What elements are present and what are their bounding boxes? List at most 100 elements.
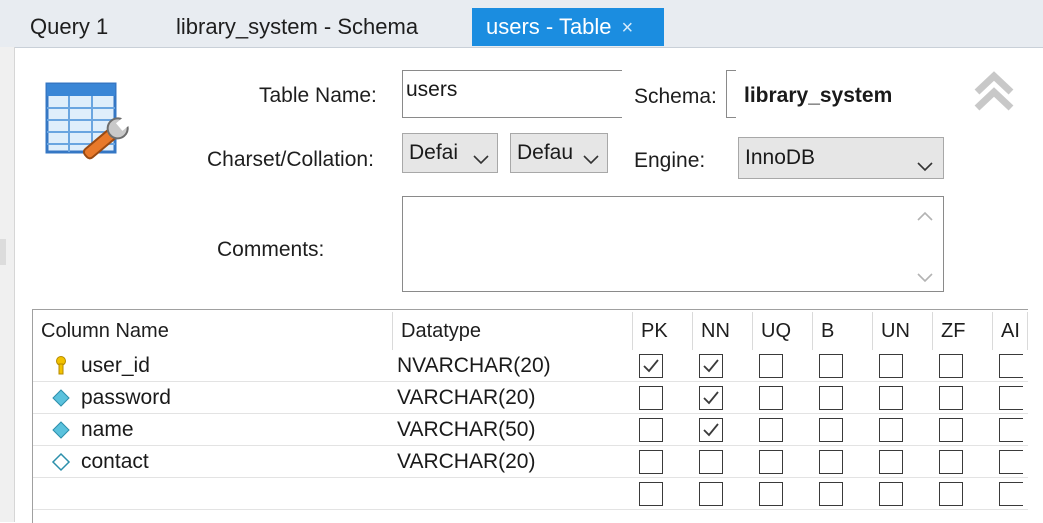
b-checkbox[interactable] [819, 418, 843, 442]
pk-checkbox[interactable] [639, 386, 663, 410]
engine-label: Engine: [634, 149, 706, 172]
scroll-up-icon[interactable] [917, 208, 933, 226]
b-checkbox[interactable] [819, 482, 843, 506]
collapse-icon[interactable] [973, 70, 1015, 114]
table-row[interactable]: name VARCHAR(50) [33, 414, 1028, 446]
engine-value: InnoDB [745, 146, 816, 169]
b-checkbox[interactable] [819, 450, 843, 474]
nn-checkbox[interactable] [699, 386, 723, 410]
header-column-name[interactable]: Column Name [33, 312, 393, 350]
column-filled-diamond-icon [51, 388, 71, 408]
charset-value: Defai [409, 141, 459, 164]
collation-select[interactable]: Defau [510, 133, 608, 173]
datatype-cell[interactable]: NVARCHAR(20) [397, 350, 551, 382]
uq-checkbox[interactable] [759, 450, 783, 474]
table-editor-icon [45, 82, 135, 172]
b-checkbox[interactable] [819, 386, 843, 410]
table-row[interactable]: user_id NVARCHAR(20) [33, 350, 1028, 382]
zf-checkbox[interactable] [939, 482, 963, 506]
table-name-input[interactable]: users [402, 70, 622, 118]
column-name-cell[interactable]: name [81, 414, 134, 446]
columns-grid: Column Name Datatype PK NN UQ B UN ZF AI… [32, 309, 1028, 523]
tab-label: users - Table [486, 14, 612, 39]
zf-checkbox[interactable] [939, 386, 963, 410]
column-hollow-diamond-icon [51, 452, 71, 472]
header-un[interactable]: UN [873, 312, 933, 350]
column-name-cell[interactable]: user_id [81, 350, 150, 382]
header-datatype[interactable]: Datatype [393, 312, 633, 350]
ai-checkbox[interactable] [999, 386, 1023, 410]
nn-checkbox[interactable] [699, 450, 723, 474]
table-row[interactable]: password VARCHAR(20) [33, 382, 1028, 414]
ai-checkbox[interactable] [999, 354, 1023, 378]
tab-query-1[interactable]: Query 1 [16, 8, 122, 46]
chevron-down-icon [583, 140, 599, 172]
collation-value: Defau [517, 141, 574, 164]
chevron-down-icon [917, 146, 933, 178]
b-checkbox[interactable] [819, 354, 843, 378]
zf-checkbox[interactable] [939, 418, 963, 442]
table-row-new[interactable] [33, 478, 1028, 510]
uq-checkbox[interactable] [759, 482, 783, 506]
un-checkbox[interactable] [879, 450, 903, 474]
zf-checkbox[interactable] [939, 354, 963, 378]
engine-select[interactable]: InnoDB [738, 137, 944, 179]
left-panel-edge [0, 47, 15, 522]
comments-scrollbar[interactable] [908, 198, 942, 290]
key-icon [51, 356, 71, 376]
checkmark-icon [703, 423, 719, 437]
ai-checkbox[interactable] [999, 450, 1023, 474]
tab-label: library_system - Schema [176, 14, 419, 39]
uq-checkbox[interactable] [759, 418, 783, 442]
charset-collation-label: Charset/Collation: [207, 148, 374, 171]
ai-checkbox[interactable] [999, 418, 1023, 442]
nn-checkbox[interactable] [699, 354, 723, 378]
comments-textarea[interactable] [402, 196, 944, 292]
header-b[interactable]: B [813, 312, 873, 350]
header-pk[interactable]: PK [633, 312, 693, 350]
table-row[interactable]: contact VARCHAR(20) [33, 446, 1028, 478]
column-filled-diamond-icon [51, 420, 71, 440]
tab-users-table[interactable]: users - Table × [472, 8, 664, 46]
uq-checkbox[interactable] [759, 354, 783, 378]
header-ai[interactable]: AI [993, 312, 1028, 350]
uq-checkbox[interactable] [759, 386, 783, 410]
scroll-down-icon[interactable] [917, 270, 933, 288]
un-checkbox[interactable] [879, 482, 903, 506]
pk-checkbox[interactable] [639, 450, 663, 474]
pk-checkbox[interactable] [639, 482, 663, 506]
zf-checkbox[interactable] [939, 450, 963, 474]
tab-label: Query 1 [30, 14, 109, 39]
ai-checkbox[interactable] [999, 482, 1023, 506]
tab-library-system-schema[interactable]: library_system - Schema [162, 8, 432, 46]
schema-value-box [726, 70, 736, 118]
un-checkbox[interactable] [879, 386, 903, 410]
datatype-cell[interactable]: VARCHAR(20) [397, 382, 535, 414]
table-name-label: Table Name: [259, 84, 377, 107]
splitter-handle[interactable] [0, 239, 6, 265]
schema-label: Schema: [634, 85, 717, 108]
close-icon[interactable]: × [622, 17, 634, 39]
nn-checkbox[interactable] [699, 482, 723, 506]
pk-checkbox[interactable] [639, 354, 663, 378]
datatype-cell[interactable]: VARCHAR(20) [397, 446, 535, 478]
column-name-cell[interactable]: password [81, 382, 171, 414]
checkmark-icon [703, 391, 719, 405]
schema-value: library_system [744, 84, 893, 107]
charset-select[interactable]: Defai [402, 133, 498, 173]
tab-bar: Query 1 library_system - Schema users - … [0, 0, 1043, 48]
chevron-down-icon [473, 140, 489, 172]
nn-checkbox[interactable] [699, 418, 723, 442]
comments-label: Comments: [217, 238, 325, 261]
row-divider [33, 509, 1028, 510]
header-zf[interactable]: ZF [933, 312, 993, 350]
un-checkbox[interactable] [879, 354, 903, 378]
column-name-cell[interactable]: contact [81, 446, 149, 478]
header-nn[interactable]: NN [693, 312, 753, 350]
datatype-cell[interactable]: VARCHAR(50) [397, 414, 535, 446]
checkmark-icon [703, 359, 719, 373]
un-checkbox[interactable] [879, 418, 903, 442]
header-uq[interactable]: UQ [753, 312, 813, 350]
checkmark-icon [643, 359, 659, 373]
pk-checkbox[interactable] [639, 418, 663, 442]
